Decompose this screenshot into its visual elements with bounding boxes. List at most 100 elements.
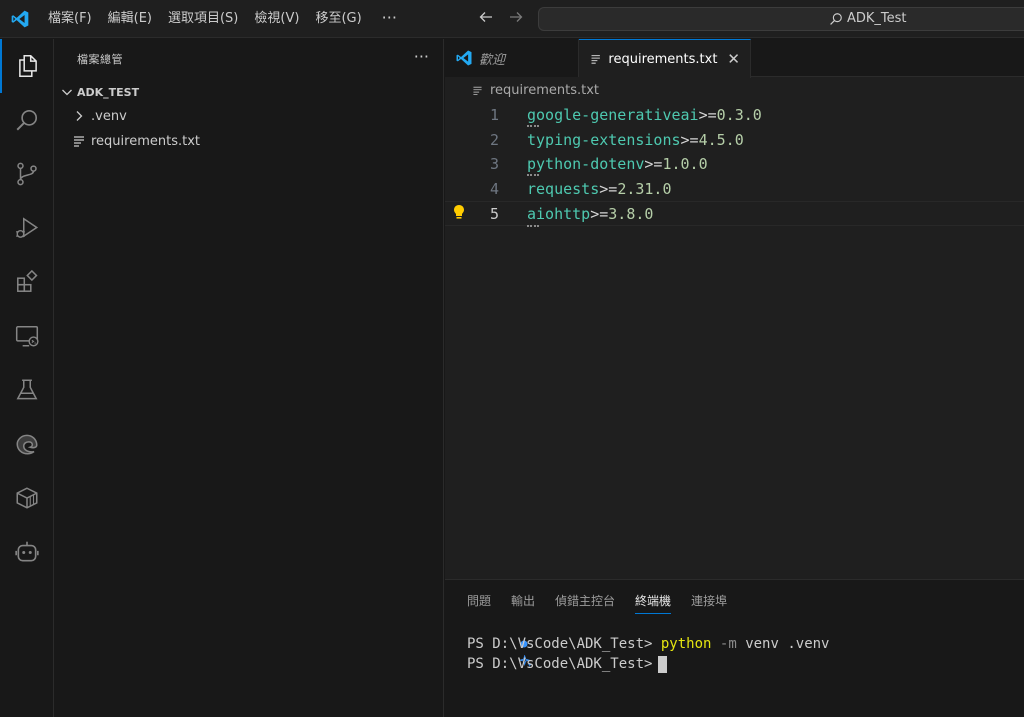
editor-tabs: 歡迎 requirements.txt ✕ (445, 39, 1024, 78)
version-number: 2.31.0 (617, 179, 672, 198)
package-name: aiohttp (527, 205, 591, 224)
editor-area: 歡迎 requirements.txt ✕ requirements.txt 1… (445, 39, 1024, 579)
copilot-icon[interactable] (0, 525, 54, 579)
version-operator: >= (680, 130, 699, 149)
code-line: 2 typing-extensions>=4.5.0 (445, 128, 1024, 153)
lightbulb-icon[interactable] (453, 204, 465, 224)
workspace-folder-header[interactable]: ADK_TEST (59, 81, 139, 103)
menu-more-button[interactable]: ··· (370, 0, 409, 38)
version-operator: >= (590, 205, 609, 224)
tree-item-label: .venv (91, 108, 127, 124)
terminal-cursor (658, 655, 668, 673)
chevron-down-icon (62, 89, 72, 96)
version-number: 3.8.0 (608, 205, 654, 224)
terminal[interactable]: PS D:\VsCode\ADK_Test> python -m venv .v… (453, 634, 829, 674)
title-bar: 檔案(F) 編輯(E) 選取項目(S) 檢視(V) 移至(G) ··· ADK_… (0, 0, 1024, 38)
menu-go[interactable]: 移至(G) (307, 0, 369, 38)
tab-welcome[interactable]: 歡迎 (445, 39, 579, 77)
terminal-args: venv .venv (745, 636, 830, 652)
version-number: 1.0.0 (662, 155, 708, 174)
command-center-label: ADK_Test (847, 11, 907, 26)
terminal-command: python (660, 636, 712, 652)
panel-tab-terminal[interactable]: 終端機 (635, 590, 672, 614)
tree-item-requirements[interactable]: requirements.txt (71, 130, 200, 152)
tree-item-venv[interactable]: .venv (71, 105, 127, 127)
back-arrow-icon[interactable] (476, 9, 496, 29)
tab-requirements[interactable]: requirements.txt ✕ (579, 39, 751, 78)
forward-arrow-icon[interactable] (506, 9, 526, 29)
package-name: requests (527, 179, 600, 198)
menu-edit[interactable]: 編輯(E) (100, 0, 160, 38)
tree-item-label: requirements.txt (91, 133, 201, 149)
panel-tab-output[interactable]: 輸出 (511, 590, 535, 614)
panel-tab-debug-console[interactable]: 偵錯主控台 (555, 590, 615, 614)
panel-tab-ports[interactable]: 連接埠 (691, 590, 727, 614)
text-file-icon (591, 55, 600, 64)
remote-explorer-icon[interactable] (0, 309, 54, 363)
version-operator: >= (599, 179, 618, 198)
version-operator: >= (698, 106, 717, 124)
code-editor[interactable]: 1 google-generativeai>=0.3.0 2 typing-ex… (445, 103, 1024, 228)
sparkle-icon[interactable] (453, 634, 533, 694)
terminal-prompt: PS D:\VsCode\ADK_Test> (467, 656, 653, 672)
lint-squiggle (527, 224, 539, 228)
menu-view[interactable]: 檢視(V) (246, 0, 307, 38)
testing-icon[interactable] (0, 363, 54, 417)
line-number: 4 (489, 179, 499, 198)
breadcrumb-item: requirements.txt (490, 83, 600, 98)
source-control-icon[interactable] (0, 147, 54, 201)
line-number: 5 (489, 205, 499, 224)
line-content: python-dotenv>=1.0.0 (527, 152, 708, 176)
version-number: 4.5.0 (698, 130, 744, 149)
version-operator: >= (644, 155, 663, 174)
panel-tabs: 問題 輸出 偵錯主控台 終端機 連接埠 (457, 590, 737, 614)
line-content: aiohttp>=3.8.0 (527, 202, 653, 226)
text-file-icon (74, 136, 84, 147)
text-file-icon (473, 86, 482, 96)
terminal-prompt: PS D:\VsCode\ADK_Test> (467, 636, 653, 652)
terminal-flag: -m (719, 636, 737, 652)
bottom-panel: 問題 輸出 偵錯主控台 終端機 連接埠 PS D:\VsCode\ADK_Tes… (445, 579, 1024, 717)
workspace-folder-name: ADK_TEST (77, 85, 140, 99)
tab-label: requirements.txt (608, 51, 718, 67)
code-line: 1 google-generativeai>=0.3.0 (445, 103, 1024, 128)
line-number: 1 (489, 106, 499, 124)
explorer-icon[interactable] (0, 39, 54, 93)
activity-bar (0, 39, 54, 717)
line-number: 3 (489, 155, 499, 174)
line-content: google-generativeai>=0.3.0 (527, 103, 762, 127)
line-content: requests>=2.31.0 (527, 177, 672, 201)
vscode-logo-icon (456, 50, 472, 66)
sidebar-more-button[interactable]: ··· (414, 47, 429, 66)
panel-tab-problems[interactable]: 問題 (467, 590, 491, 614)
lint-squiggle (527, 124, 539, 127)
search-icon[interactable] (0, 93, 54, 147)
run-debug-icon[interactable] (0, 201, 54, 255)
search-icon (830, 12, 842, 25)
extensions-icon[interactable] (0, 255, 54, 309)
explorer-sidebar: 檔案總管 ··· ADK_TEST .venv requirements.txt (55, 39, 444, 717)
vscode-logo-icon (11, 10, 29, 28)
command-center-search[interactable]: ADK_Test (538, 7, 1024, 31)
code-line: 4 requests>=2.31.0 (445, 177, 1024, 202)
code-line-current: 5 aiohttp>=3.8.0 (445, 201, 1024, 228)
code-line: 3 python-dotenv>=1.0.0 (445, 152, 1024, 177)
chevron-right-icon (76, 111, 83, 121)
menu-file[interactable]: 檔案(F) (40, 0, 100, 38)
menu-selection[interactable]: 選取項目(S) (160, 0, 246, 38)
line-number: 2 (489, 130, 499, 149)
menu-bar: 檔案(F) 編輯(E) 選取項目(S) 檢視(V) 移至(G) ··· (40, 0, 409, 38)
lint-squiggle (527, 173, 539, 177)
terminal-line: PS D:\VsCode\ADK_Test> python -m venv .v… (453, 634, 829, 654)
package-name: google-generativeai (527, 106, 699, 124)
breadcrumb[interactable]: requirements.txt (471, 83, 599, 98)
edge-icon[interactable] (0, 417, 54, 471)
tab-label: 歡迎 (479, 52, 506, 68)
package-name: typing-extensions (527, 130, 681, 149)
version-number: 0.3.0 (716, 106, 762, 124)
containers-icon[interactable] (0, 471, 54, 525)
package-name: python-dotenv (527, 155, 645, 174)
close-icon[interactable]: ✕ (727, 50, 740, 68)
sidebar-title: 檔案總管 (77, 53, 123, 66)
terminal-line: PS D:\VsCode\ADK_Test> (453, 654, 829, 674)
